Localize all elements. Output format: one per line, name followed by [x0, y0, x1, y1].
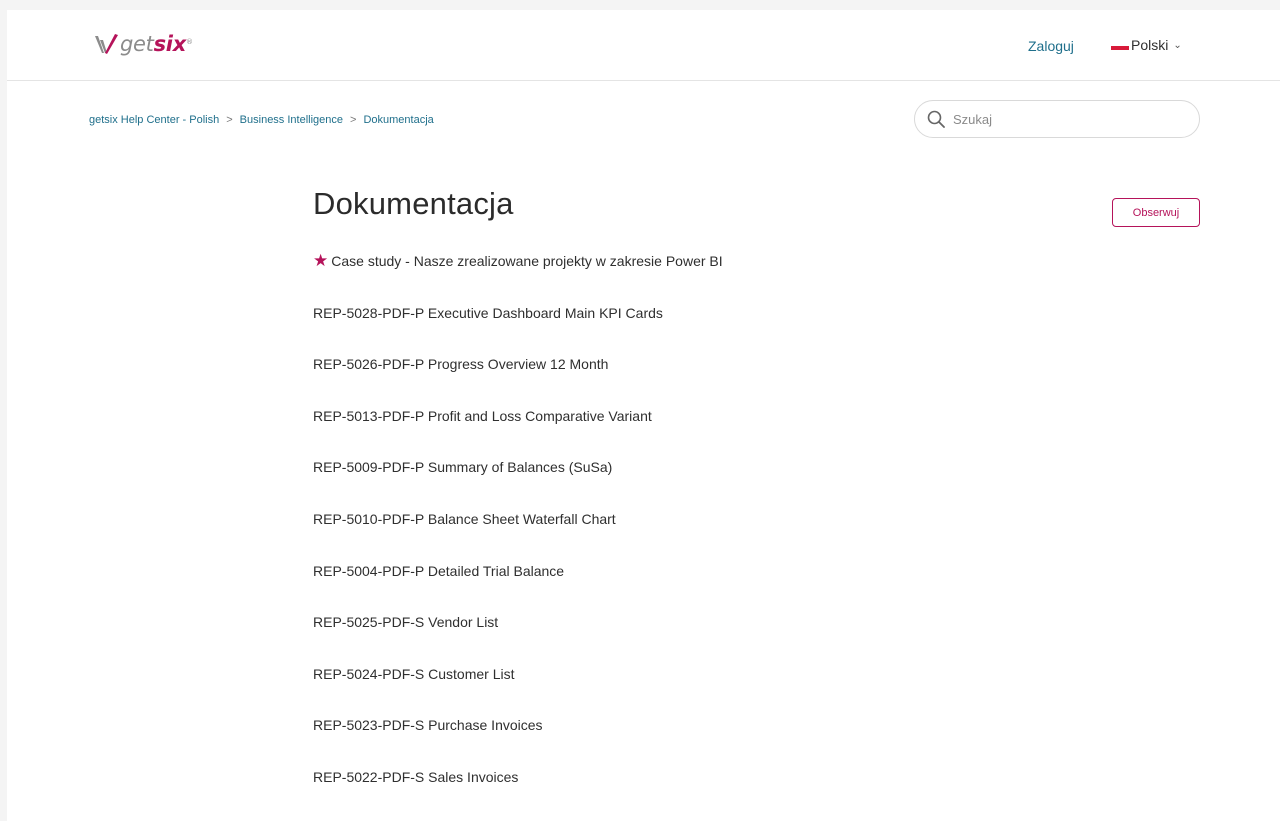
logo-wordmark: getsix® — [120, 32, 193, 56]
follow-button[interactable]: Obserwuj — [1112, 198, 1200, 227]
logo-text-six: six — [153, 32, 187, 56]
header: getsix® Zaloguj Polski ⌄ — [7, 10, 1280, 81]
list-item: ★ Case study - Nasze zrealizowane projek… — [313, 252, 723, 304]
breadcrumb-item-business-intelligence[interactable]: Business Intelligence — [240, 114, 343, 126]
help-center-page: getsix® Zaloguj Polski ⌄ getsix Help Cen… — [7, 10, 1280, 821]
list-item: REP-5004-PDF-P Detailed Trial Balance — [313, 562, 723, 614]
article-link[interactable]: REP-5009-PDF-P Summary of Balances (SuSa… — [313, 458, 612, 476]
logo-text-get: get — [120, 32, 154, 56]
language-label: Polski — [1131, 37, 1169, 53]
article-link[interactable]: REP-5013-PDF-P Profit and Loss Comparati… — [313, 407, 652, 425]
article-list: ★ Case study - Nasze zrealizowane projek… — [313, 252, 723, 820]
article-title: Case study - Nasze zrealizowane projekty… — [331, 253, 723, 269]
list-item: REP-5024-PDF-S Customer List — [313, 665, 723, 717]
article-link[interactable]: REP-5023-PDF-S Purchase Invoices — [313, 716, 543, 734]
polish-flag-icon — [1111, 45, 1129, 50]
language-selector[interactable]: Polski ⌄ — [1111, 37, 1182, 53]
breadcrumb-separator: > — [226, 114, 233, 126]
search-icon — [927, 110, 945, 128]
article-link[interactable]: REP-5026-PDF-P Progress Overview 12 Mont… — [313, 355, 608, 373]
article-link[interactable]: REP-5022-PDF-S Sales Invoices — [313, 768, 518, 786]
search-box[interactable] — [914, 100, 1200, 138]
article-link[interactable]: REP-5028-PDF-P Executive Dashboard Main … — [313, 304, 663, 322]
search-input[interactable] — [951, 110, 1185, 128]
article-link[interactable]: ★ Case study - Nasze zrealizowane projek… — [313, 252, 723, 270]
login-link[interactable]: Zaloguj — [1028, 38, 1074, 54]
page-title: Dokumentacja — [313, 186, 514, 221]
article-link[interactable]: REP-5010-PDF-P Balance Sheet Waterfall C… — [313, 510, 616, 528]
list-item: REP-5022-PDF-S Sales Invoices — [313, 768, 723, 820]
article-link[interactable]: REP-5025-PDF-S Vendor List — [313, 613, 498, 631]
article-link[interactable]: REP-5004-PDF-P Detailed Trial Balance — [313, 562, 564, 580]
list-item: REP-5025-PDF-S Vendor List — [313, 613, 723, 665]
list-item: REP-5010-PDF-P Balance Sheet Waterfall C… — [313, 510, 723, 562]
list-item: REP-5013-PDF-P Profit and Loss Comparati… — [313, 407, 723, 459]
list-item: REP-5023-PDF-S Purchase Invoices — [313, 716, 723, 768]
breadcrumb: getsix Help Center - Polish > Business I… — [89, 114, 434, 126]
logo[interactable]: getsix® — [93, 32, 193, 56]
breadcrumb-item-dokumentacja[interactable]: Dokumentacja — [363, 114, 433, 126]
list-item: REP-5028-PDF-P Executive Dashboard Main … — [313, 304, 723, 356]
logo-icon — [95, 34, 118, 54]
list-item: REP-5026-PDF-P Progress Overview 12 Mont… — [313, 355, 723, 407]
star-icon: ★ — [313, 251, 329, 270]
registered-mark: ® — [185, 38, 193, 46]
article-link[interactable]: REP-5024-PDF-S Customer List — [313, 665, 515, 683]
chevron-down-icon: ⌄ — [1173, 39, 1182, 51]
breadcrumb-separator: > — [350, 114, 357, 126]
list-item: REP-5009-PDF-P Summary of Balances (SuSa… — [313, 458, 723, 510]
breadcrumb-item-help-center[interactable]: getsix Help Center - Polish — [89, 114, 219, 126]
